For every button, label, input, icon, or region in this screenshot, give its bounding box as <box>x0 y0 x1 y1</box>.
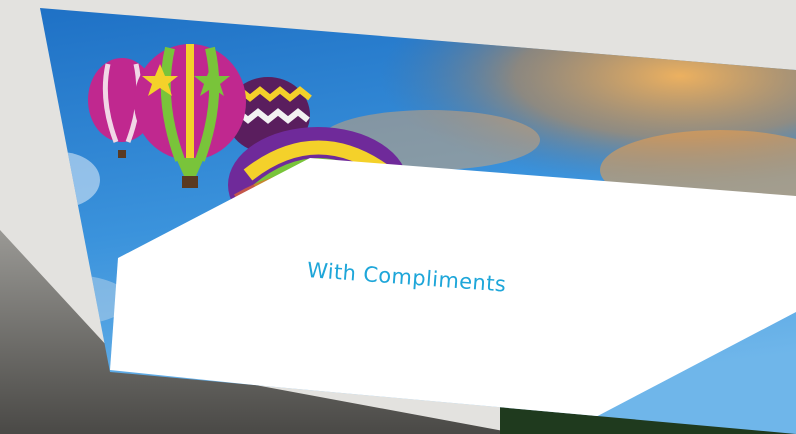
compliments-card <box>40 8 796 434</box>
photo-scene <box>0 0 796 434</box>
